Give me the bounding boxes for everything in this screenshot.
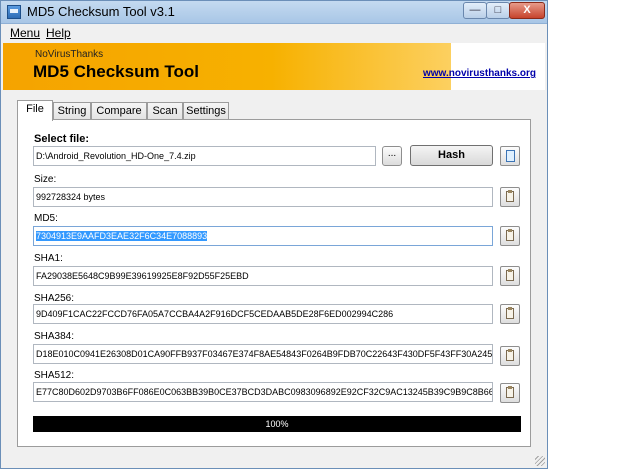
- copy-sha256-button[interactable]: [500, 304, 520, 324]
- clipboard-icon: [506, 229, 514, 241]
- menu-bar: Menu Help: [1, 24, 547, 42]
- banner-right-area: [451, 43, 545, 90]
- tab-string[interactable]: String: [53, 102, 91, 119]
- sha512-field[interactable]: E77C80D602D9703B6FF086E0C063BB39B0CE37BC…: [33, 382, 493, 402]
- open-file-button[interactable]: [500, 146, 520, 166]
- md5-value: 7304913E9AAFD3EAE32F6C34E7088893: [36, 231, 208, 241]
- size-label: Size:: [34, 174, 57, 185]
- product-title: MD5 Checksum Tool: [33, 62, 199, 81]
- resize-grip[interactable]: [535, 456, 545, 466]
- clipboard-icon: [506, 190, 514, 202]
- menu-item-menu[interactable]: Menu: [10, 26, 40, 40]
- copy-md5-button[interactable]: [500, 226, 520, 246]
- file-tab-panel: Select file: D:\Android_Revolution_HD-On…: [17, 119, 531, 447]
- file-path-input[interactable]: D:\Android_Revolution_HD-One_7.4.zip: [33, 146, 376, 166]
- sha384-field[interactable]: D18E010C0941E26308D01CA90FFB937F03467E37…: [33, 344, 493, 364]
- sha256-label: SHA256:: [34, 293, 75, 304]
- size-field[interactable]: 992728324 bytes: [33, 187, 493, 207]
- sha256-field[interactable]: 9D409F1CAC22FCCD76FA05A7CCBA4A2F916DCF5C…: [33, 304, 493, 324]
- minimize-button[interactable]: —: [463, 2, 487, 19]
- copy-sha1-button[interactable]: [500, 266, 520, 286]
- clipboard-icon: [506, 386, 514, 398]
- brand-banner: NoVirusThanks MD5 Checksum Tool www.novi…: [3, 43, 545, 90]
- tab-compare[interactable]: Compare: [91, 102, 147, 119]
- browse-button[interactable]: ...: [382, 146, 402, 166]
- window-title: MD5 Checksum Tool v3.1: [27, 4, 175, 19]
- hash-button[interactable]: Hash: [410, 145, 493, 166]
- copy-sha384-button[interactable]: [500, 346, 520, 366]
- menu-item-help[interactable]: Help: [46, 26, 71, 40]
- tab-file[interactable]: File: [17, 100, 53, 121]
- sha1-field[interactable]: FA29038E5648C9B99E39619925E8F92D55F25EBD: [33, 266, 493, 286]
- clipboard-icon: [506, 269, 514, 281]
- md5-field[interactable]: 7304913E9AAFD3EAE32F6C34E7088893: [33, 226, 493, 246]
- document-icon: [506, 150, 515, 162]
- tab-settings[interactable]: Settings: [183, 102, 229, 119]
- clipboard-icon: [506, 349, 514, 361]
- close-button[interactable]: X: [509, 2, 545, 19]
- select-file-label: Select file:: [34, 133, 90, 145]
- progress-bar: 100%: [33, 416, 521, 432]
- title-bar[interactable]: MD5 Checksum Tool v3.1 — □ X: [1, 1, 547, 24]
- md5-label: MD5:: [34, 213, 58, 224]
- sha1-label: SHA1:: [34, 253, 63, 264]
- app-icon: [7, 5, 21, 19]
- copy-sha512-button[interactable]: [500, 383, 520, 403]
- tab-scan[interactable]: Scan: [147, 102, 183, 119]
- app-window: MD5 Checksum Tool v3.1 — □ X Menu Help N…: [0, 0, 548, 469]
- sha384-label: SHA384:: [34, 331, 75, 342]
- company-name: NoVirusThanks: [35, 49, 104, 60]
- maximize-button[interactable]: □: [486, 2, 510, 19]
- website-link[interactable]: www.novirusthanks.org: [423, 68, 536, 79]
- clipboard-icon: [506, 307, 514, 319]
- sha512-label: SHA512:: [34, 370, 75, 381]
- copy-size-button[interactable]: [500, 187, 520, 207]
